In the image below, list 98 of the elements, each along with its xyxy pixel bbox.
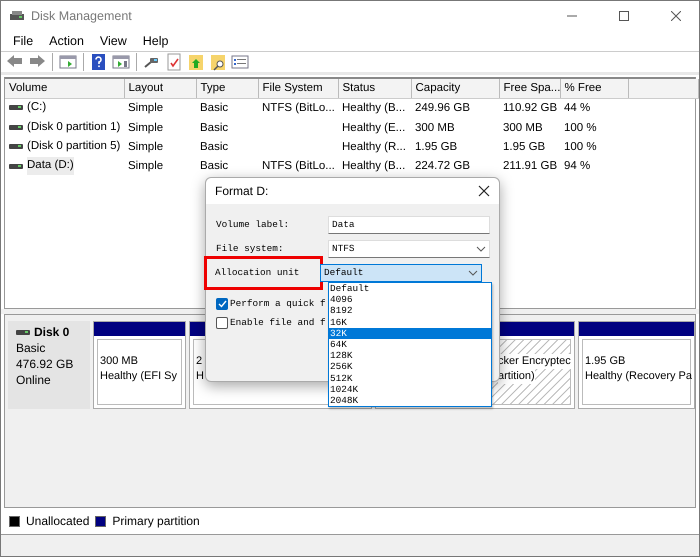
dropdown-field[interactable]: Default <box>320 264 482 282</box>
table-cell: 44 % <box>564 102 590 114</box>
checklist-icon[interactable] <box>165 53 183 71</box>
partition-block[interactable]: 300 MB Healthy (EFI Sy <box>93 321 186 409</box>
column-header[interactable]: Status <box>338 79 411 99</box>
column-header[interactable]: Volume <box>5 79 124 99</box>
table-cell: 224.72 GB <box>415 160 470 172</box>
field-label: File system: <box>215 242 285 256</box>
partition-text: 300 MB <box>100 354 138 369</box>
drive-entry[interactable]: (Disk 0 partition 1) <box>27 118 120 136</box>
drive-icon <box>9 162 23 170</box>
table-cell: 300 MB <box>415 122 455 134</box>
folder-search-icon[interactable] <box>209 53 227 71</box>
table-cell: 110.92 GB <box>503 102 558 114</box>
window-title: Disk Management <box>31 8 132 25</box>
field-label: Allocation unit <box>207 258 320 288</box>
partition-block[interactable]: 1.95 GB Healthy (Recovery Pa <box>578 321 695 409</box>
table-cell: 211.91 GB <box>503 160 558 172</box>
dropdown-option[interactable]: 8192 <box>329 305 491 317</box>
table-cell: Basic <box>200 122 228 134</box>
checkbox-label: Enable file and f <box>230 316 326 330</box>
dropdown-option[interactable]: 64K <box>329 338 491 350</box>
column-header[interactable]: Capacity <box>411 79 499 99</box>
menu-item[interactable]: File <box>5 31 42 51</box>
drive-entry[interactable]: (Disk 0 partition 5) <box>27 138 120 156</box>
dropdown-option[interactable]: 4096 <box>329 294 491 306</box>
disk-status: Online <box>16 372 52 388</box>
disk-type: Basic <box>16 340 46 356</box>
table-cell: 300 MB <box>503 122 543 134</box>
field-label: Volume label: <box>215 218 290 232</box>
table-cell: NTFS (BitLo... <box>262 102 335 114</box>
dropdown-option[interactable]: 16K <box>329 316 491 328</box>
legend-label: Unallocated <box>26 513 90 530</box>
dropdown-option[interactable]: 128K <box>329 350 491 362</box>
column-header[interactable]: Layout <box>124 79 196 99</box>
menu-item[interactable]: Help <box>134 31 176 51</box>
drive-icon <box>9 142 23 152</box>
dropdown-field[interactable]: NTFS <box>328 240 490 258</box>
column-header[interactable]: Free Spa... <box>499 79 560 99</box>
table-cell: Healthy (E... <box>342 122 406 134</box>
menu-item[interactable]: View <box>92 31 135 51</box>
chevron-icon <box>476 246 486 252</box>
table-cell: NTFS (BitLo... <box>262 160 335 172</box>
help-icon[interactable] <box>90 53 108 71</box>
table-cell: 100 % <box>564 141 597 154</box>
maximize-icon[interactable] <box>619 11 629 21</box>
drive-icon <box>16 328 30 336</box>
table-cell: Basic <box>200 102 228 114</box>
dropdown-option[interactable]: 32K <box>329 328 491 339</box>
table-cell: 249.96 GB <box>415 102 470 114</box>
column-header[interactable]: % Free <box>560 79 628 99</box>
table-cell: 1.95 GB <box>415 141 458 154</box>
drive-icon <box>9 122 23 132</box>
column-header[interactable]: Type <box>196 79 258 99</box>
drive-icon <box>9 103 23 112</box>
close-icon[interactable] <box>671 11 681 21</box>
table-cell: Simple <box>128 102 164 114</box>
partition-text: Healthy (Recovery Pa <box>585 369 692 384</box>
menu-item[interactable]: Action <box>41 31 92 51</box>
dropdown-option[interactable]: Default <box>329 283 491 294</box>
legend-label: Primary partition <box>112 513 200 530</box>
partition-text: 1.95 GB <box>585 354 626 369</box>
panel-icon[interactable] <box>112 53 130 71</box>
panel-icon[interactable] <box>59 53 77 71</box>
partition-text: 2 <box>196 354 202 369</box>
table-cell: Healthy (B... <box>342 160 406 172</box>
dialog-title: Format D: <box>215 183 268 200</box>
dropdown-option[interactable]: 256K <box>329 361 491 372</box>
close-icon[interactable] <box>478 185 490 197</box>
column-header[interactable]: File System <box>258 79 338 99</box>
chevron-icon <box>468 270 478 276</box>
drive-entry[interactable]: Data (D:) <box>27 157 74 175</box>
dropdown-option[interactable]: 2048K <box>329 394 491 406</box>
list-icon[interactable] <box>231 53 249 71</box>
table-cell: Healthy (R... <box>342 141 406 154</box>
disk-size: 476.92 GB <box>16 356 74 372</box>
checkbox[interactable] <box>216 298 228 310</box>
table-cell: Basic <box>200 160 228 172</box>
dropdown-option[interactable]: 512K <box>329 372 491 384</box>
table-cell: 100 % <box>564 122 597 134</box>
text-field[interactable]: Data <box>328 216 490 234</box>
partition-text: H <box>196 369 204 384</box>
dropdown-option[interactable]: 1024K <box>329 384 491 395</box>
table-cell: Simple <box>128 122 164 134</box>
table-cell: 1.95 GB <box>503 141 546 154</box>
drive-entry[interactable]: (C:) <box>27 99 46 116</box>
checkbox[interactable] <box>216 317 228 330</box>
table-cell: Basic <box>200 141 228 154</box>
partition-text: artition) <box>498 369 535 384</box>
table-cell: Simple <box>128 141 164 154</box>
partition-text: Healthy (EFI Sy <box>100 369 178 384</box>
disk-name: Disk 0 <box>34 324 70 340</box>
table-cell: Healthy (B... <box>342 102 406 114</box>
folder-up-icon[interactable] <box>187 53 205 71</box>
app-icon <box>9 9 25 23</box>
checkbox-label: Perform a quick f <box>230 297 326 311</box>
table-cell: 94 % <box>564 160 590 172</box>
table-cell: Simple <box>128 160 164 172</box>
